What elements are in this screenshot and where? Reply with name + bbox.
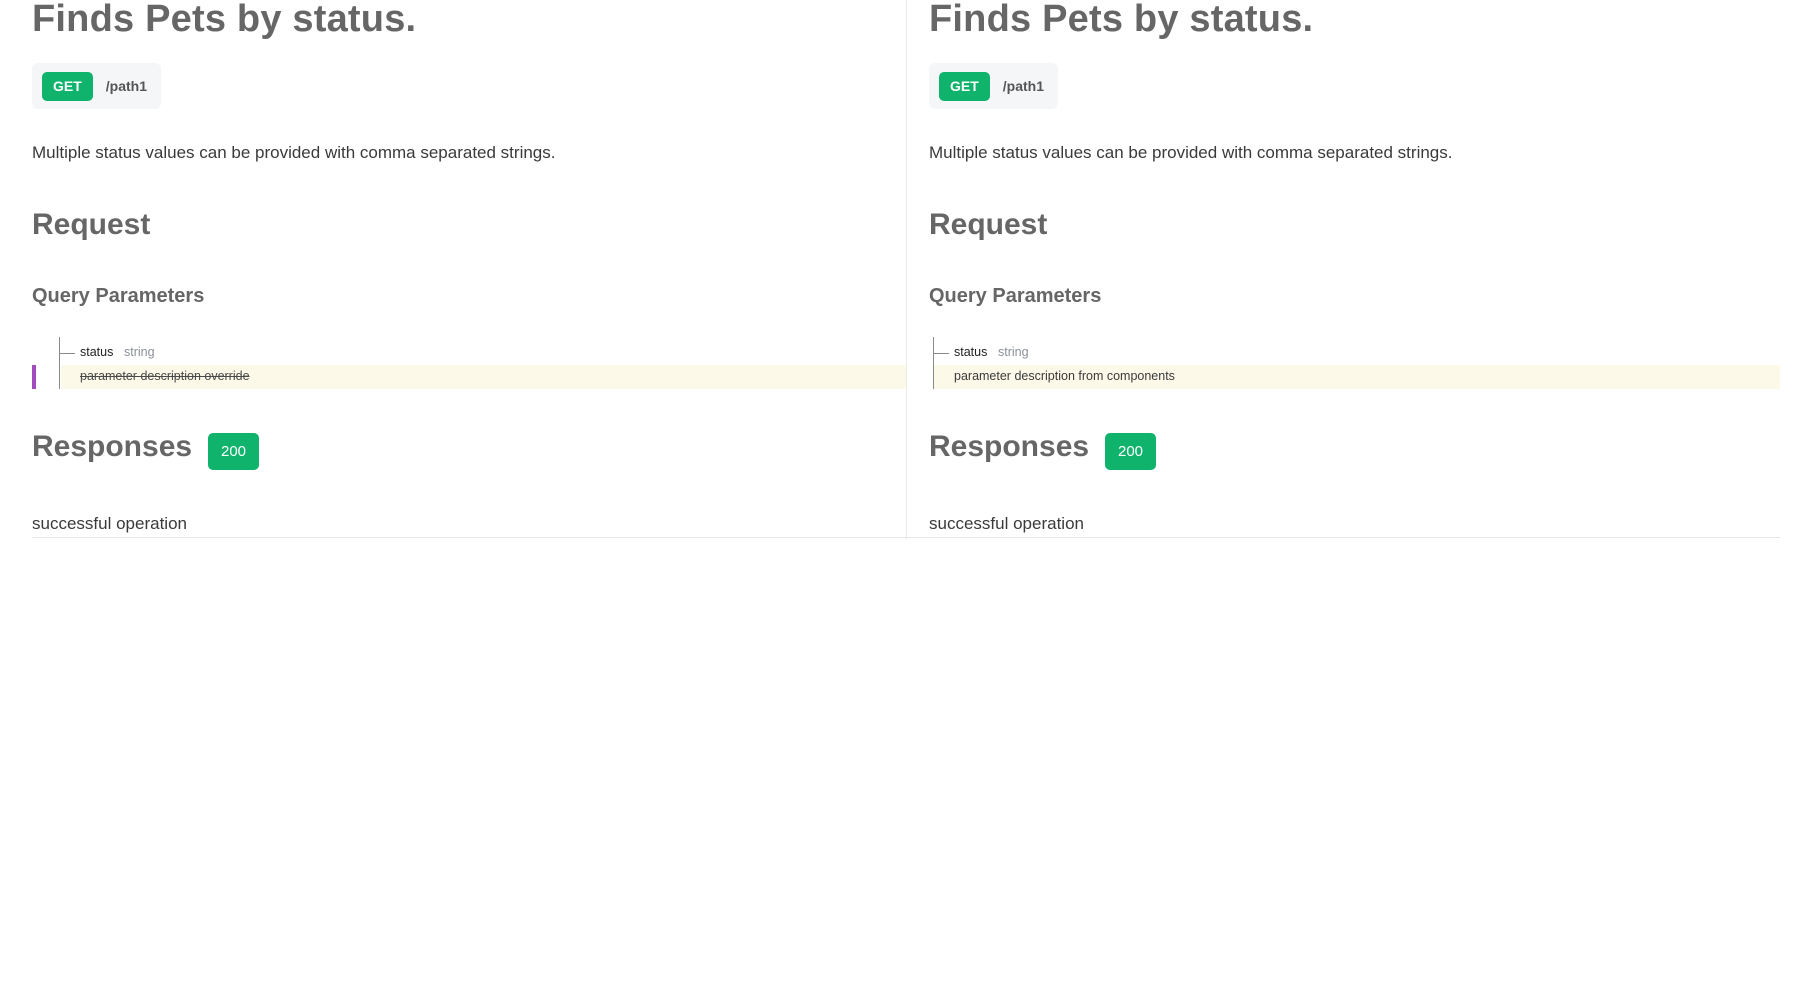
- bottom-rule: [906, 537, 1780, 538]
- bottom-rule: [32, 537, 906, 538]
- response-description: successful operation: [32, 514, 187, 533]
- param-name: status: [80, 345, 114, 359]
- endpoint-path: /path1: [105, 78, 148, 94]
- tree-line: [59, 337, 60, 389]
- endpoint-path: /path1: [1002, 78, 1045, 94]
- method-badge: GET: [939, 71, 990, 101]
- query-parameters-heading: Query Parameters: [929, 285, 1102, 307]
- endpoint-box: GET /path1: [929, 63, 1059, 109]
- operation-description: Multiple status values can be provided w…: [32, 143, 556, 162]
- status-code-badge: 200: [208, 433, 259, 470]
- method-badge: GET: [42, 71, 93, 101]
- status-code-badge: 200: [1105, 433, 1156, 470]
- responses-heading: Responses: [929, 430, 1090, 463]
- param-description-removed: parameter description override: [80, 369, 250, 383]
- right-pane: Finds Pets by status. GET /path1 Multipl…: [906, 0, 1780, 540]
- param-type: string: [124, 345, 155, 359]
- request-heading: Request: [929, 208, 1048, 241]
- left-pane: Finds Pets by status. GET /path1 Multipl…: [0, 0, 906, 540]
- response-description: successful operation: [929, 514, 1084, 533]
- param-type: string: [998, 345, 1029, 359]
- query-parameters-heading: Query Parameters: [32, 285, 205, 307]
- responses-heading: Responses: [32, 430, 193, 463]
- tree-branch: [60, 353, 75, 354]
- operation-title: Finds Pets by status.: [929, 0, 1314, 40]
- param-tree: status string parameter description from…: [906, 337, 1780, 389]
- tree-branch: [934, 353, 949, 354]
- change-marker: [32, 365, 36, 389]
- param-description-added: parameter description from components: [954, 369, 1175, 383]
- request-heading: Request: [32, 208, 151, 241]
- param-name: status: [954, 345, 988, 359]
- endpoint-box: GET /path1: [32, 63, 162, 109]
- param-tree: status string parameter description over…: [0, 337, 906, 389]
- param-desc-row: parameter description from components: [934, 365, 1780, 389]
- operation-title: Finds Pets by status.: [32, 0, 417, 40]
- param-desc-row: parameter description override: [61, 365, 906, 389]
- operation-description: Multiple status values can be provided w…: [929, 143, 1453, 162]
- diff-view: Finds Pets by status. GET /path1 Multipl…: [0, 0, 1800, 1000]
